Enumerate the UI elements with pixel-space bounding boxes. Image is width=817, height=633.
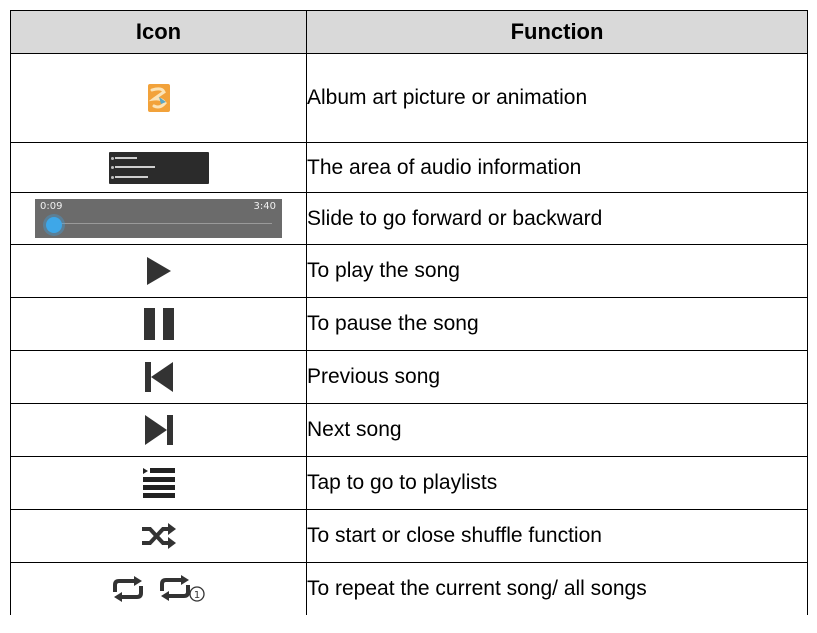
repeat-icon xyxy=(113,576,144,602)
table-row: The area of audio information xyxy=(10,142,808,193)
header-function: Function xyxy=(306,10,808,54)
seek-knob xyxy=(46,217,62,233)
pause-icon xyxy=(143,308,174,340)
function-text: Album art picture or animation xyxy=(306,53,808,143)
table-row: To start or close shuffle function xyxy=(10,509,808,563)
function-text: The area of audio information xyxy=(306,142,808,193)
previous-icon xyxy=(144,362,173,392)
play-icon xyxy=(146,257,171,285)
repeat-one-badge: 1 xyxy=(194,590,200,601)
table-row: 0:09 3:40 Slide to go forward or backwar… xyxy=(10,192,808,245)
table-row: Tap to go to playlists xyxy=(10,456,808,510)
table-row: To play the song xyxy=(10,244,808,298)
table-row: Next song xyxy=(10,403,808,457)
total-time: 3:40 xyxy=(253,201,276,212)
elapsed-time: 0:09 xyxy=(40,201,63,212)
table-row: Album art picture or animation xyxy=(10,53,808,143)
function-text: Previous song xyxy=(306,350,808,404)
icon-function-table: Icon Function Album art picture or anima… xyxy=(10,10,808,615)
playlist-icon xyxy=(142,468,175,498)
function-text: To start or close shuffle function xyxy=(306,509,808,563)
table-row: To pause the song xyxy=(10,297,808,351)
album-art-icon xyxy=(147,84,170,112)
function-text: Slide to go forward or backward xyxy=(306,192,808,245)
next-icon xyxy=(144,415,173,445)
function-text: To pause the song xyxy=(306,297,808,351)
header-icon: Icon xyxy=(10,10,307,54)
seek-track xyxy=(49,223,272,224)
repeat-one-icon: 1 xyxy=(159,575,205,602)
function-text: Next song xyxy=(306,403,808,457)
function-text: To repeat the current song/ all songs xyxy=(306,562,808,615)
table-header-row: Icon Function xyxy=(10,10,808,54)
seek-bar-icon: 0:09 3:40 xyxy=(35,199,282,238)
table-row: Previous song xyxy=(10,350,808,404)
audio-info-area-icon xyxy=(108,151,209,184)
function-text: Tap to go to playlists xyxy=(306,456,808,510)
function-text: To play the song xyxy=(306,244,808,298)
table-row: 1 To repeat the current song/ all songs xyxy=(10,562,808,615)
shuffle-icon xyxy=(141,523,176,549)
